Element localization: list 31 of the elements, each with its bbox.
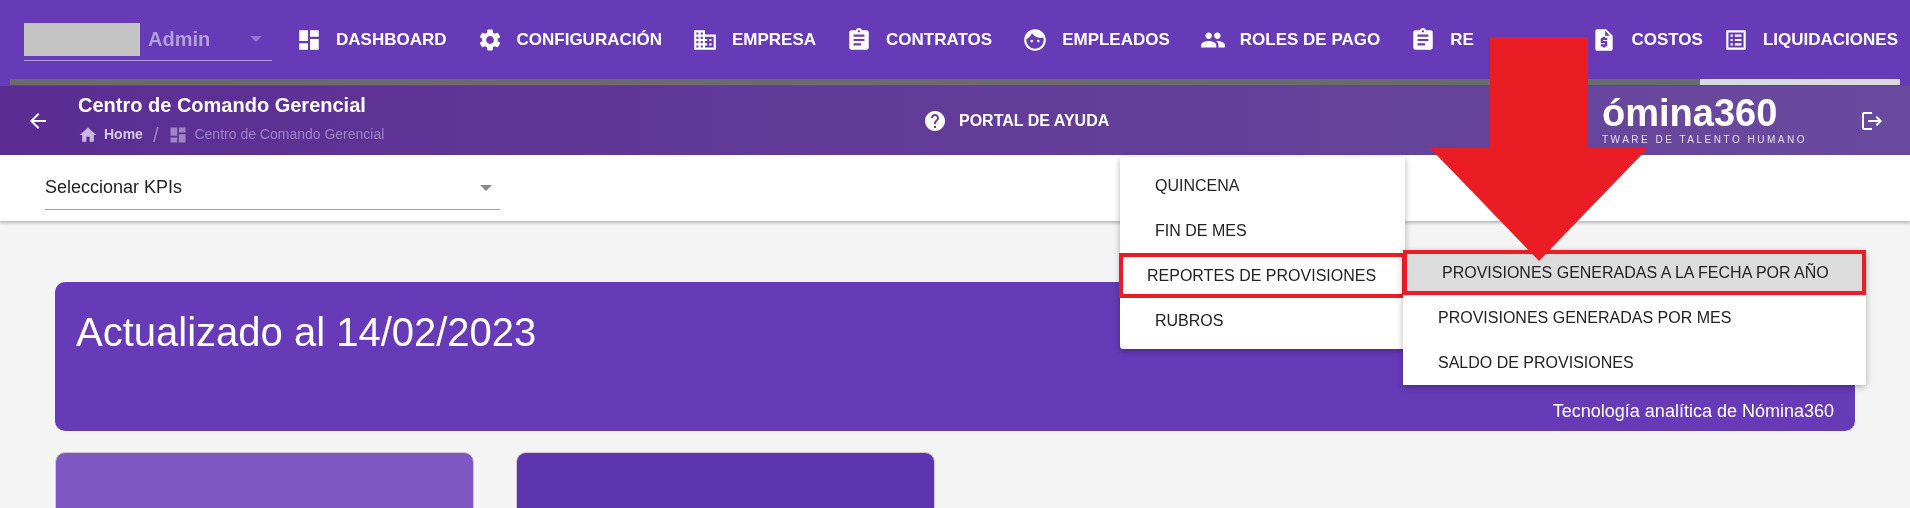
- kpi-select[interactable]: Seleccionar KPIs: [45, 166, 500, 210]
- banner-footer: Tecnología analítica de Nómina360: [1552, 398, 1834, 425]
- scrollbar[interactable]: [10, 79, 1900, 85]
- dropdown-caret-icon: [480, 184, 492, 191]
- nav-item[interactable]: COSTOS: [1591, 17, 1703, 62]
- logo-tagline: TWARE DE TALENTO HUMANO: [1602, 133, 1807, 147]
- nav-item[interactable]: ROLES DE PAGO: [1199, 17, 1381, 62]
- help-icon: [923, 108, 947, 133]
- nav-item[interactable]: RE: [1410, 17, 1474, 62]
- menu-item[interactable]: FIN DE MES: [1120, 208, 1405, 253]
- menu-item[interactable]: RUBROS: [1120, 298, 1405, 343]
- dropdown-caret-icon: [250, 36, 262, 42]
- nav-item[interactable]: EMPLEADOS: [1022, 17, 1170, 62]
- logo-wordmark: ómina360: [1602, 94, 1778, 132]
- nav-item[interactable]: LIQUIDACIONES: [1722, 17, 1898, 62]
- menu-item[interactable]: QUINCENA: [1120, 163, 1405, 208]
- breadcrumb-separator: /: [152, 122, 159, 148]
- nav-item[interactable]: CONTRATOS: [846, 17, 993, 62]
- submenu-item[interactable]: PROVISIONES GENERADAS POR MES: [1403, 295, 1866, 340]
- submenu-item[interactable]: PROVISIONES GENERADAS A LA FECHA POR AÑO: [1403, 250, 1866, 295]
- nav-item[interactable]: EMPRESA: [691, 17, 817, 62]
- banner-title: Actualizado al 14/02/2023: [76, 309, 537, 356]
- nav-item[interactable]: DASHBOARD: [296, 17, 447, 62]
- page-title: Centro de Comando Gerencial: [78, 92, 367, 118]
- current-page-label: Centro de Comando Gerencial: [194, 125, 385, 144]
- help-portal-link[interactable]: PORTAL DE AYUDA: [923, 108, 1110, 133]
- submenu-item[interactable]: SALDO DE PROVISIONES: [1403, 340, 1866, 385]
- nav-item[interactable]: CONFIGURACIÓN: [476, 17, 662, 62]
- menu-item[interactable]: REPORTES DE PROVISIONES: [1119, 253, 1406, 298]
- face-icon: [1022, 26, 1049, 53]
- breadcrumb-link[interactable]: Home: [104, 124, 143, 145]
